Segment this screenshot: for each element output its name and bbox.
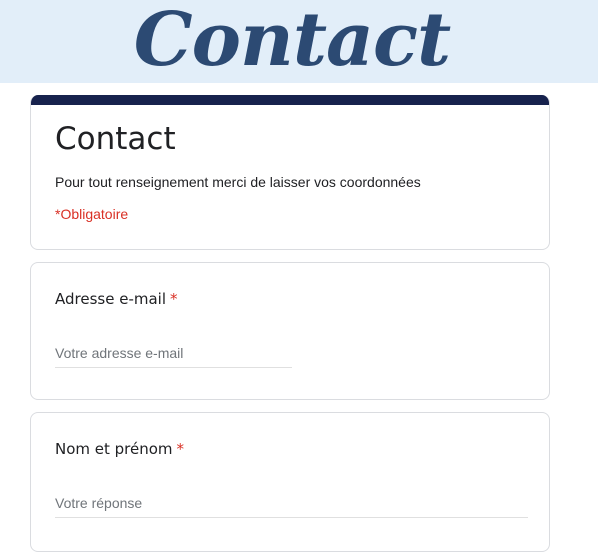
form-header-accent-bar	[31, 95, 549, 105]
form-header-card: Contact Pour tout renseignement merci de…	[30, 95, 550, 250]
question-label-name: Nom et prénom *	[55, 439, 184, 459]
email-input[interactable]	[55, 339, 292, 368]
name-input[interactable]	[55, 489, 528, 518]
question-label-email: Adresse e-mail *	[55, 289, 178, 309]
question-card-email: Adresse e-mail *	[30, 262, 550, 400]
form-description: Pour tout renseignement merci de laisser…	[55, 174, 421, 190]
banner-title: Contact	[133, 0, 451, 83]
form-title: Contact	[55, 121, 176, 157]
question-label-text: Nom et prénom	[55, 440, 173, 458]
banner: Contact	[0, 0, 598, 83]
required-note: *Obligatoire	[55, 206, 129, 222]
question-label-text: Adresse e-mail	[55, 290, 166, 308]
required-star: *	[170, 290, 178, 308]
question-card-name: Nom et prénom *	[30, 412, 550, 552]
required-star: *	[176, 440, 185, 458]
